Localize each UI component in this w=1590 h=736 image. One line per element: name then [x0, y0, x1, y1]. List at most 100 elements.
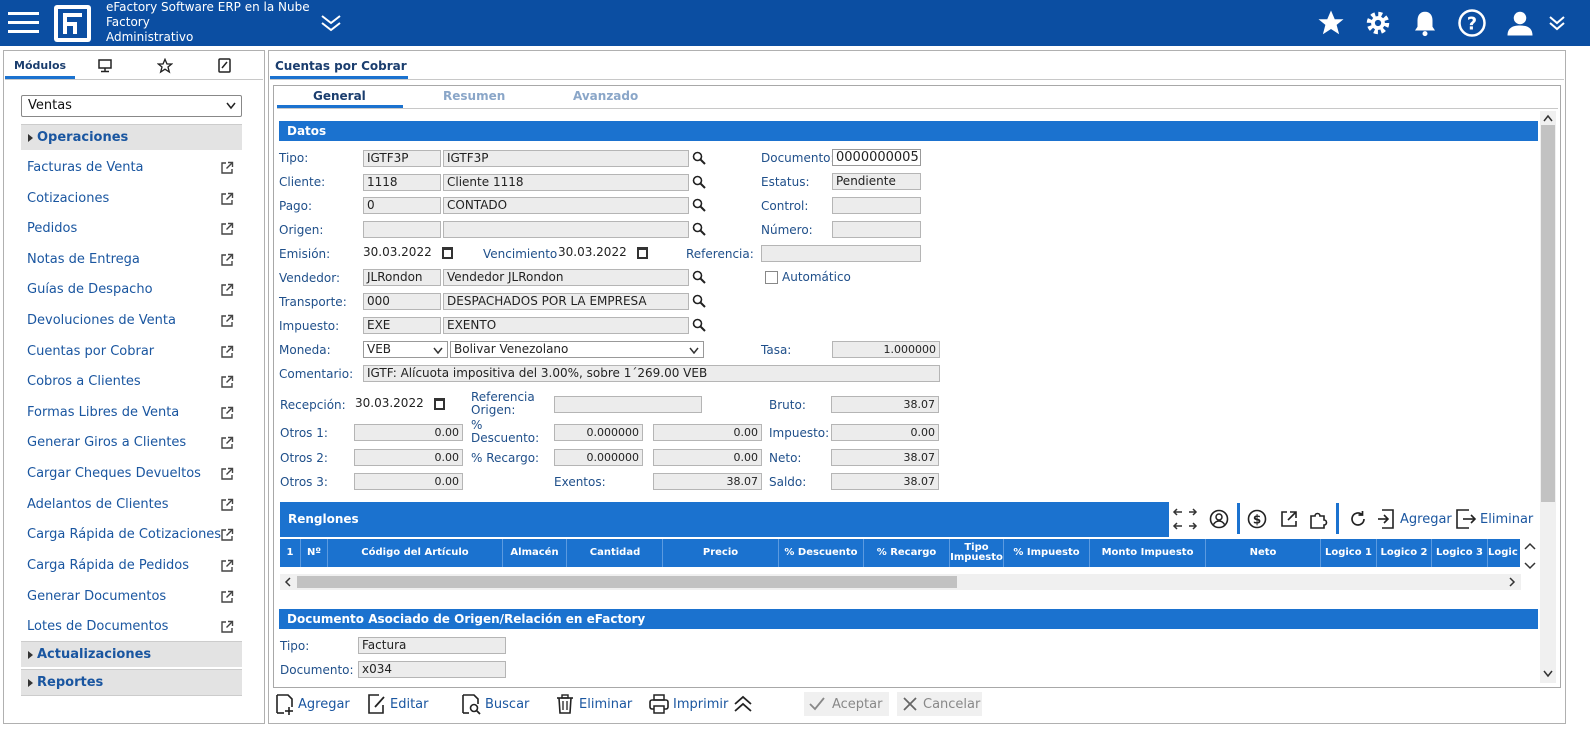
sidebar-item[interactable]: Carga Rápida de Cotizaciones	[27, 527, 221, 542]
favorites-star-icon[interactable]	[1316, 8, 1346, 38]
expand-header-icon[interactable]	[320, 13, 342, 33]
open-in-new-window-icon[interactable]	[220, 436, 234, 450]
help-icon[interactable]: ?	[1457, 8, 1487, 38]
open-in-new-window-icon[interactable]	[220, 314, 234, 328]
grid-column-header[interactable]: Tipo Impuesto	[950, 539, 1004, 567]
eliminar-button[interactable]: Eliminar	[555, 692, 632, 716]
sidebar-item[interactable]: Generar Giros a Clientes	[27, 435, 186, 450]
moneda-code-select[interactable]: VEB	[363, 341, 448, 358]
open-in-new-window-icon[interactable]	[220, 620, 234, 634]
open-in-new-window-icon[interactable]	[220, 253, 234, 267]
grid-column-header[interactable]: Logico 3	[1432, 539, 1488, 567]
eliminar-renglon-button[interactable]: Eliminar	[1455, 507, 1533, 531]
referencia-field[interactable]	[761, 245, 921, 262]
open-in-new-window-icon[interactable]	[220, 498, 234, 512]
sidebar-item[interactable]: Carga Rápida de Pedidos	[27, 558, 189, 573]
moneda-name-select[interactable]: Bolivar Venezolano	[450, 341, 704, 358]
control-field[interactable]	[832, 197, 921, 214]
impuesto-name-field[interactable]: EXENTO	[443, 317, 689, 334]
open-in-new-window-icon[interactable]	[220, 406, 234, 420]
scroll-up-icon[interactable]	[1543, 114, 1553, 122]
grid-column-header[interactable]: Precio	[663, 539, 779, 567]
grid-scroll-arrows[interactable]	[1522, 539, 1538, 575]
open-in-new-window-icon[interactable]	[220, 467, 234, 481]
agregar-button[interactable]: Agregar	[275, 692, 350, 716]
origen-name-field[interactable]	[443, 221, 689, 238]
open-in-new-window-icon[interactable]	[220, 161, 234, 175]
sidebar-item[interactable]: Cobros a Clientes	[27, 374, 141, 389]
subtab-avanzado[interactable]: Avanzado	[573, 89, 638, 103]
emision-date-field[interactable]: 30.03.2022	[363, 245, 439, 262]
documento-field[interactable]: 0000000005	[832, 149, 921, 166]
sidebar-item[interactable]: Devoluciones de Venta	[27, 313, 176, 328]
grid-column-header[interactable]: % Recargo	[864, 539, 950, 567]
lookup-search-icon[interactable]	[692, 151, 706, 165]
horizontal-scroll-thumb[interactable]	[297, 576, 957, 588]
currency-icon[interactable]: $	[1247, 509, 1267, 529]
user-menu-chevron-icon[interactable]	[1547, 13, 1567, 33]
section-reportes[interactable]: Reportes	[21, 669, 242, 695]
sidebar-item[interactable]: Adelantos de Clientes	[27, 497, 168, 512]
section-operaciones[interactable]: Operaciones	[21, 124, 242, 150]
module-select[interactable]: Ventas	[21, 95, 242, 117]
descuento-monto-field[interactable]: 0.00	[653, 424, 762, 441]
recargo-monto-field[interactable]: 0.00	[653, 449, 762, 466]
grid-column-header[interactable]: Logic	[1488, 539, 1520, 567]
imprimir-button[interactable]: Imprimir	[648, 692, 728, 716]
open-in-new-window-icon[interactable]	[220, 559, 234, 573]
open-in-new-window-icon[interactable]	[220, 590, 234, 604]
sidebar-tab-modules[interactable]: Módulos	[14, 59, 66, 72]
user-icon[interactable]	[1505, 8, 1535, 38]
cliente-code-field[interactable]: 1118	[363, 174, 441, 191]
vendedor-name-field[interactable]: Vendedor JLRondon	[443, 269, 689, 286]
open-in-new-window-icon[interactable]	[220, 192, 234, 206]
horizontal-scrollbar[interactable]	[280, 574, 1521, 590]
grid-column-header[interactable]: Almacén	[503, 539, 567, 567]
origen-code-field[interactable]	[363, 221, 441, 238]
grid-column-header[interactable]: Neto	[1206, 539, 1321, 567]
automatico-checkbox[interactable]	[765, 271, 778, 284]
transporte-code-field[interactable]: 000	[363, 293, 441, 310]
vendedor-code-field[interactable]: JLRondon	[363, 269, 441, 286]
plugin-puzzle-icon[interactable]	[1308, 508, 1330, 530]
notifications-bell-icon[interactable]	[1410, 8, 1440, 38]
vencimiento-calendar-icon[interactable]	[637, 247, 648, 259]
comentario-field[interactable]: IGTF: Alícuota impositiva del 3.00%, sob…	[363, 365, 940, 382]
sidebar-item[interactable]: Pedidos	[27, 221, 77, 236]
recepcion-calendar-icon[interactable]	[434, 398, 445, 410]
tipo-code-field[interactable]: IGTF3P	[363, 150, 441, 167]
favorites-tab-icon[interactable]	[156, 57, 174, 74]
desktop-tab-icon[interactable]	[98, 59, 114, 73]
grid-column-header[interactable]: % Descuento	[779, 539, 864, 567]
aceptar-button[interactable]: Aceptar	[804, 692, 889, 716]
otros1-field[interactable]: 0.00	[354, 424, 463, 441]
grid-column-header[interactable]: Logico 2	[1377, 539, 1432, 567]
open-in-new-window-icon[interactable]	[220, 222, 234, 236]
sidebar-item[interactable]: Facturas de Venta	[27, 160, 144, 175]
scroll-down-icon[interactable]	[1543, 670, 1553, 678]
resize-columns-icon[interactable]	[1171, 504, 1201, 534]
cliente-name-field[interactable]: Cliente 1118	[443, 174, 689, 191]
numero-field[interactable]	[832, 221, 921, 238]
grid-column-header[interactable]: % Impuesto	[1004, 539, 1090, 567]
agregar-renglon-button[interactable]: Agregar	[1376, 507, 1452, 531]
tipo-name-field[interactable]: IGTF3P	[443, 150, 689, 167]
pago-code-field[interactable]: 0	[363, 197, 441, 214]
transporte-name-field[interactable]: DESPACHADOS POR LA EMPRESA	[443, 293, 689, 310]
lookup-search-icon[interactable]	[692, 318, 706, 332]
vertical-scroll-thumb[interactable]	[1541, 125, 1555, 502]
grid-column-header[interactable]: Monto Impuesto	[1090, 539, 1206, 567]
grid-column-header[interactable]: Cantidad	[568, 539, 663, 567]
editar-button[interactable]: Editar	[367, 692, 429, 716]
lookup-search-icon[interactable]	[692, 198, 706, 212]
open-in-new-window-icon[interactable]	[220, 283, 234, 297]
tasa-field[interactable]: 1.000000	[832, 341, 940, 358]
open-in-new-window-icon[interactable]	[220, 375, 234, 389]
otros3-field[interactable]: 0.00	[354, 473, 463, 490]
open-external-icon[interactable]	[1279, 509, 1299, 529]
cancelar-button[interactable]: Cancelar	[897, 692, 982, 716]
sidebar-item[interactable]: Cotizaciones	[27, 191, 109, 206]
lookup-search-icon[interactable]	[692, 294, 706, 308]
lookup-search-icon[interactable]	[692, 175, 706, 189]
grid-column-header[interactable]: Logico 1	[1321, 539, 1377, 567]
